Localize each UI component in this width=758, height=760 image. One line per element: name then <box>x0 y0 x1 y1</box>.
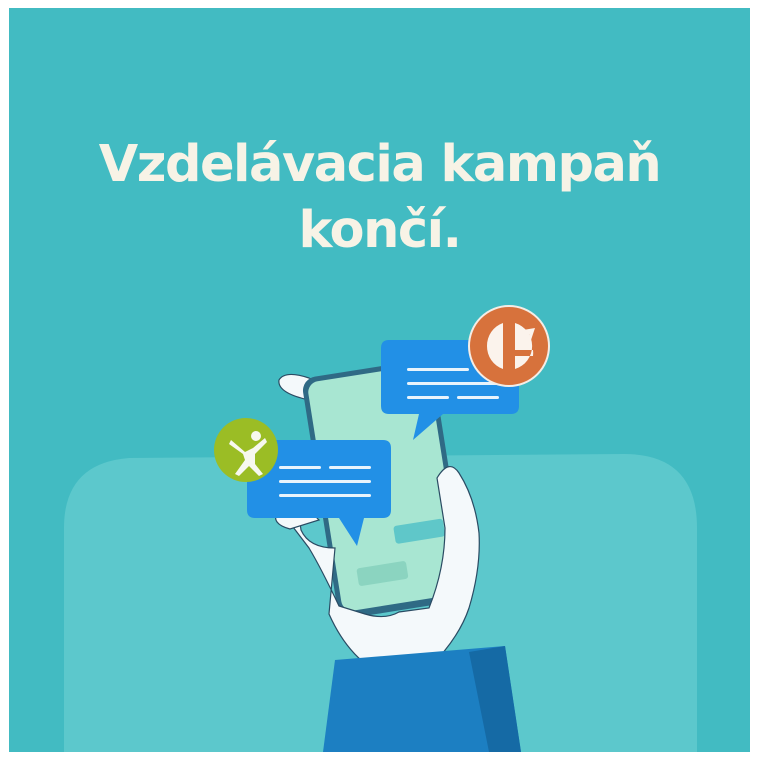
hand-holding-phone-illustration <box>64 305 697 752</box>
split-arrow-logo-icon <box>468 305 550 387</box>
person-figure-icon <box>214 418 278 482</box>
campaign-banner: Vzdelávacia kampaň končí. <box>9 8 750 752</box>
